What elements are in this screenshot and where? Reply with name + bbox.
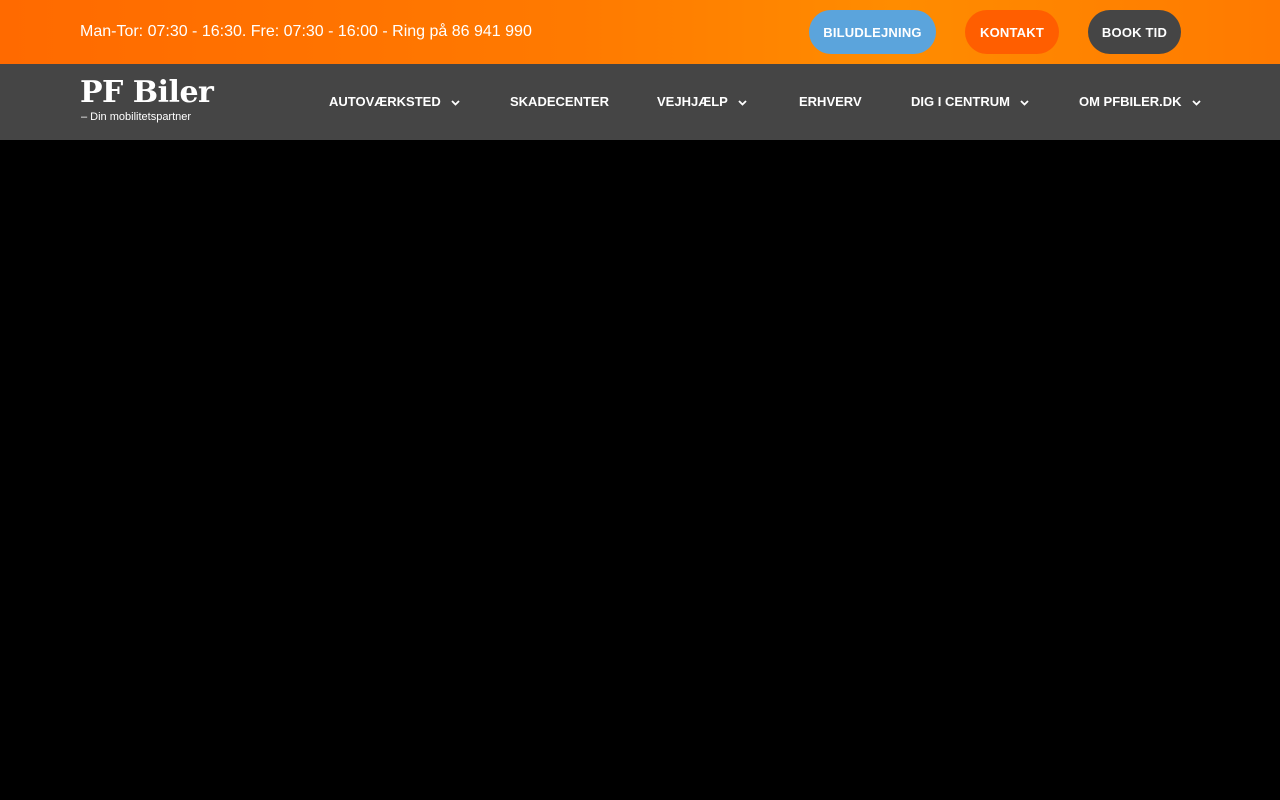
nav-item-om-pfbiler[interactable]: OM PFBILER.DK [1079, 93, 1201, 111]
top-bar: Man-Tor: 07:30 - 16:30. Fre: 07:30 - 16:… [0, 0, 1280, 64]
nav-item-label: SKADECENTER [510, 94, 609, 109]
nav-item-label: DIG I CENTRUM [911, 94, 1010, 109]
chevron-down-icon [1191, 98, 1201, 107]
nav-item-label: AUTOVÆRKSTED [329, 94, 441, 109]
nav-item-dig-i-centrum[interactable]: DIG I CENTRUM [911, 93, 1029, 111]
nav-item-autovaerksted[interactable]: AUTOVÆRKSTED [329, 93, 460, 111]
car-rental-button[interactable]: BILUDLEJNING [809, 10, 936, 54]
contact-button[interactable]: KONTAKT [965, 10, 1059, 54]
site-logo[interactable]: PF Biler – Din mobilitetspartner [80, 75, 220, 126]
main-navigation: PF Biler – Din mobilitetspartner AUTOVÆR… [0, 64, 1280, 140]
logo-tagline: – Din mobilitetspartner [81, 111, 192, 123]
nav-item-label: OM PFBILER.DK [1079, 94, 1182, 109]
nav-item-erhverv[interactable]: ERHVERV [799, 93, 862, 111]
chevron-down-icon [738, 98, 747, 107]
nav-item-label: VEJHJÆLP [657, 94, 728, 109]
chevron-down-icon [1020, 98, 1029, 107]
chevron-down-icon [451, 98, 460, 107]
logo-wordmark: PF Biler [80, 75, 214, 110]
nav-item-skadecenter[interactable]: SKADECENTER [510, 93, 609, 111]
opening-hours-text: Man-Tor: 07:30 - 16:30. Fre: 07:30 - 16:… [80, 23, 532, 40]
hero-media-area [0, 140, 1280, 800]
nav-item-vejhjaelp[interactable]: VEJHJÆLP [657, 93, 747, 111]
book-appointment-button[interactable]: BOOK TID [1088, 10, 1181, 54]
nav-item-label: ERHVERV [799, 94, 862, 109]
